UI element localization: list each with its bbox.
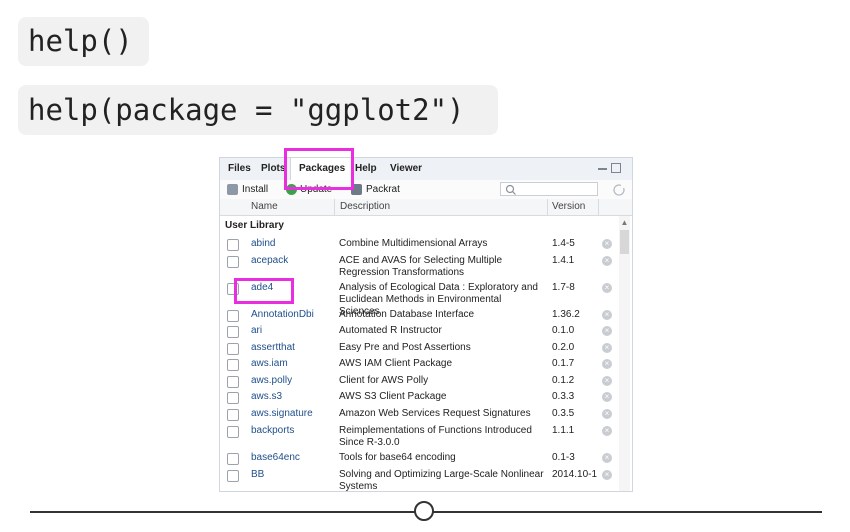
- column-header-name[interactable]: Name: [251, 199, 278, 215]
- install-button[interactable]: Install: [242, 180, 268, 199]
- package-version: 1.4-5: [552, 238, 575, 249]
- package-version: 0.2.0: [552, 342, 575, 353]
- package-version: 0.1.2: [552, 375, 575, 386]
- package-load-checkbox[interactable]: [227, 239, 239, 251]
- packrat-button[interactable]: Packrat: [366, 180, 400, 199]
- search-icon: [505, 184, 516, 195]
- tab-viewer[interactable]: Viewer: [390, 158, 422, 180]
- package-load-checkbox[interactable]: [227, 470, 239, 482]
- package-search-input[interactable]: [500, 182, 598, 196]
- remove-package-icon[interactable]: ×: [602, 392, 612, 402]
- package-description: Combine Multidimensional Arrays: [339, 238, 488, 249]
- scrollbar-thumb[interactable]: [620, 230, 629, 254]
- package-name-link[interactable]: base64enc: [251, 452, 300, 463]
- tab-files[interactable]: Files: [228, 158, 251, 180]
- remove-package-icon[interactable]: ×: [602, 409, 612, 419]
- tab-help[interactable]: Help: [355, 158, 377, 180]
- package-load-checkbox[interactable]: [227, 409, 239, 421]
- remove-package-icon[interactable]: ×: [602, 453, 612, 463]
- maximize-icon[interactable]: [611, 163, 621, 173]
- progress-knob[interactable]: [414, 501, 434, 521]
- package-load-checkbox[interactable]: [227, 392, 239, 404]
- column-divider: [547, 199, 548, 215]
- package-version: 0.1.7: [552, 358, 575, 369]
- package-description: Solving and Optimizing Large-Scale Nonli…: [339, 469, 544, 492]
- package-name-link[interactable]: aws.s3: [251, 391, 282, 402]
- user-library-heading: User Library: [225, 220, 284, 231]
- package-version: 1.7-8: [552, 282, 575, 293]
- package-load-checkbox[interactable]: [227, 310, 239, 322]
- pane-tab-bar: Files Plots Packages Help Viewer: [220, 158, 632, 181]
- remove-package-icon[interactable]: ×: [602, 326, 612, 336]
- package-name-link[interactable]: aws.polly: [251, 375, 292, 386]
- package-version: 0.3.3: [552, 391, 575, 402]
- remove-package-icon[interactable]: ×: [602, 283, 612, 293]
- highlight-ade4-package: [234, 278, 294, 304]
- packages-toolbar: Install Update Packrat: [220, 180, 632, 200]
- package-version: 1.1.1: [552, 425, 575, 436]
- package-load-checkbox[interactable]: [227, 359, 239, 371]
- package-name-link[interactable]: AnnotationDbi: [251, 309, 314, 320]
- package-name-link[interactable]: acepack: [251, 255, 288, 266]
- code-snippet-help-package: help(package = "ggplot2"): [18, 85, 498, 135]
- column-header-version[interactable]: Version: [552, 199, 585, 215]
- package-version: 0.1-3: [552, 452, 575, 463]
- column-divider: [598, 199, 599, 215]
- remove-package-icon[interactable]: ×: [602, 343, 612, 353]
- highlight-packages-tab: [284, 148, 354, 190]
- package-description: Easy Pre and Post Assertions: [339, 342, 471, 353]
- packages-table-header: Name Description Version: [220, 199, 632, 216]
- package-list-scrollbar[interactable]: ▲: [619, 216, 630, 491]
- package-load-checkbox[interactable]: [227, 453, 239, 465]
- package-name-link[interactable]: aws.signature: [251, 408, 313, 419]
- package-description: Automated R Instructor: [339, 325, 442, 336]
- package-description: Reimplementations of Functions Introduce…: [339, 425, 532, 448]
- package-version: 1.4.1: [552, 255, 575, 266]
- package-name-link[interactable]: assertthat: [251, 342, 295, 353]
- package-version: 2014.10-1: [552, 469, 598, 480]
- package-name-link[interactable]: ari: [251, 325, 262, 336]
- remove-package-icon[interactable]: ×: [602, 256, 612, 266]
- remove-package-icon[interactable]: ×: [602, 426, 612, 436]
- remove-package-icon[interactable]: ×: [602, 470, 612, 480]
- packages-pane: Files Plots Packages Help Viewer Install…: [219, 157, 633, 492]
- package-name-link[interactable]: aws.iam: [251, 358, 288, 369]
- package-description: ACE and AVAS for Selecting Multiple Regr…: [339, 255, 503, 278]
- remove-package-icon[interactable]: ×: [602, 310, 612, 320]
- package-description: AWS S3 Client Package: [339, 391, 447, 402]
- install-icon: [227, 184, 238, 195]
- package-load-checkbox[interactable]: [227, 376, 239, 388]
- scroll-up-icon[interactable]: ▲: [619, 218, 630, 227]
- package-version: 0.3.5: [552, 408, 575, 419]
- remove-package-icon[interactable]: ×: [602, 239, 612, 249]
- code-snippet-help: help(): [18, 17, 149, 66]
- minimize-icon[interactable]: [598, 168, 607, 170]
- package-description: Tools for base64 encoding: [339, 452, 456, 463]
- remove-package-icon[interactable]: ×: [602, 359, 612, 369]
- package-version: 1.36.2: [552, 309, 580, 320]
- package-load-checkbox[interactable]: [227, 326, 239, 338]
- package-name-link[interactable]: abind: [251, 238, 275, 249]
- package-description: Amazon Web Services Request Signatures: [339, 408, 531, 419]
- column-divider: [334, 199, 335, 215]
- package-load-checkbox[interactable]: [227, 343, 239, 355]
- column-header-description[interactable]: Description: [340, 199, 390, 215]
- package-description: Annotation Database Interface: [339, 309, 475, 320]
- refresh-icon[interactable]: [612, 183, 626, 197]
- package-description: Client for AWS Polly: [339, 375, 429, 386]
- package-version: 0.1.0: [552, 325, 575, 336]
- tab-plots[interactable]: Plots: [261, 158, 285, 180]
- package-load-checkbox[interactable]: [227, 256, 239, 268]
- package-name-link[interactable]: backports: [251, 425, 294, 436]
- remove-package-icon[interactable]: ×: [602, 376, 612, 386]
- package-description: AWS IAM Client Package: [339, 358, 453, 369]
- package-load-checkbox[interactable]: [227, 426, 239, 438]
- package-name-link[interactable]: BB: [251, 469, 264, 480]
